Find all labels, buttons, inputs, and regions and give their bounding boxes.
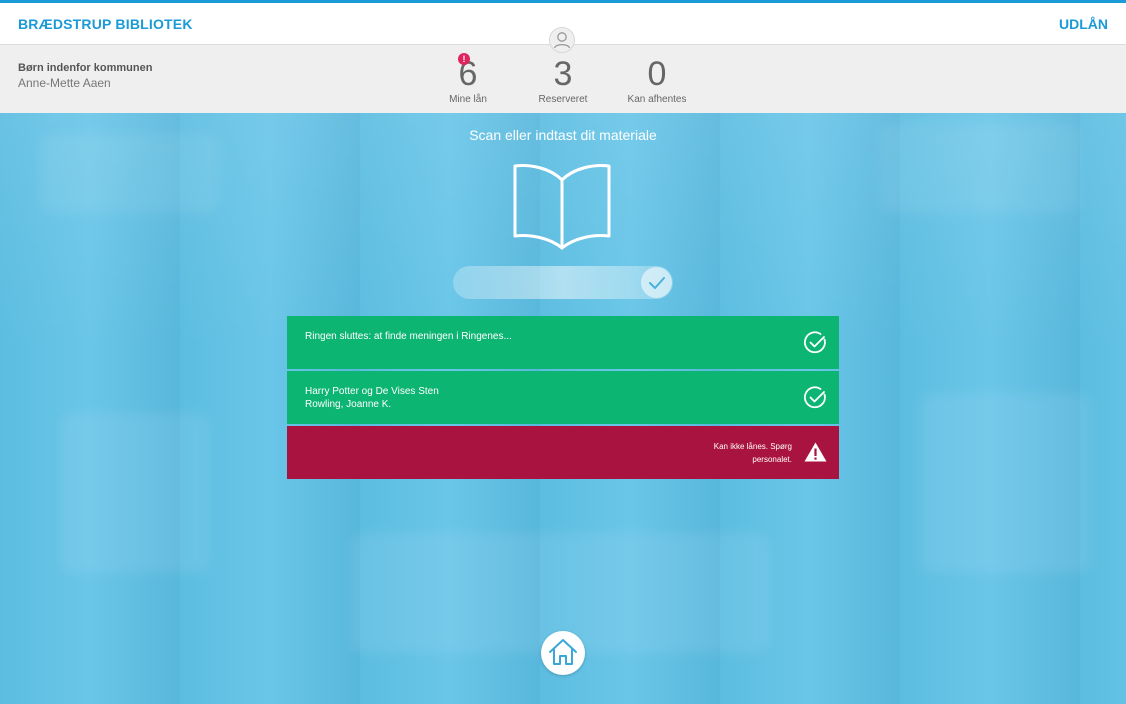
stat-ready-pickup[interactable]: 0 Kan afhentes <box>612 55 702 105</box>
stat-my-loans-label: Mine lån <box>449 94 487 105</box>
check-circle-icon <box>804 331 826 354</box>
patron-name: Anne-Mette Aaen <box>18 76 111 90</box>
item-title: Harry Potter og De Vises Sten <box>305 386 439 397</box>
scan-bar <box>453 266 673 299</box>
stat-ready-pickup-label: Kan afhentes <box>627 94 687 105</box>
stat-reserved[interactable]: 3 Reserveret <box>518 55 608 105</box>
stat-reserved-label: Reserveret <box>538 94 588 105</box>
stat-ready-pickup-value: 0 <box>647 55 667 93</box>
item-author: Rowling, Joanne K. <box>305 399 392 410</box>
stat-reserved-value: 3 <box>553 55 573 93</box>
checkmark-icon <box>649 277 665 289</box>
list-item: Ringen sluttes: at finde meningen i Ring… <box>287 316 839 369</box>
mode-title: UDLÅN <box>1059 16 1108 32</box>
library-name: BRÆDSTRUP BIBLIOTEK <box>18 16 193 32</box>
patron-type: Børn indenfor kommunen <box>18 62 153 74</box>
error-message: Kan ikke lånes. Spørg personalet. <box>713 442 792 464</box>
home-icon <box>549 639 577 665</box>
check-circle-icon <box>804 386 826 409</box>
scan-input[interactable] <box>467 272 631 294</box>
scan-submit-button[interactable] <box>641 267 672 298</box>
warning-icon <box>804 442 827 462</box>
list-item-error: Kan ikke lånes. Spørg personalet. <box>287 426 839 479</box>
list-item: Harry Potter og De Vises Sten Rowling, J… <box>287 371 839 424</box>
open-book-icon <box>512 158 612 250</box>
alert-badge: ! <box>458 53 470 65</box>
home-button[interactable] <box>541 631 585 675</box>
user-icon <box>549 27 575 53</box>
scan-prompt: Scan eller indtast dit materiale <box>469 127 657 143</box>
item-title: Ringen sluttes: at finde meningen i Ring… <box>305 331 512 342</box>
